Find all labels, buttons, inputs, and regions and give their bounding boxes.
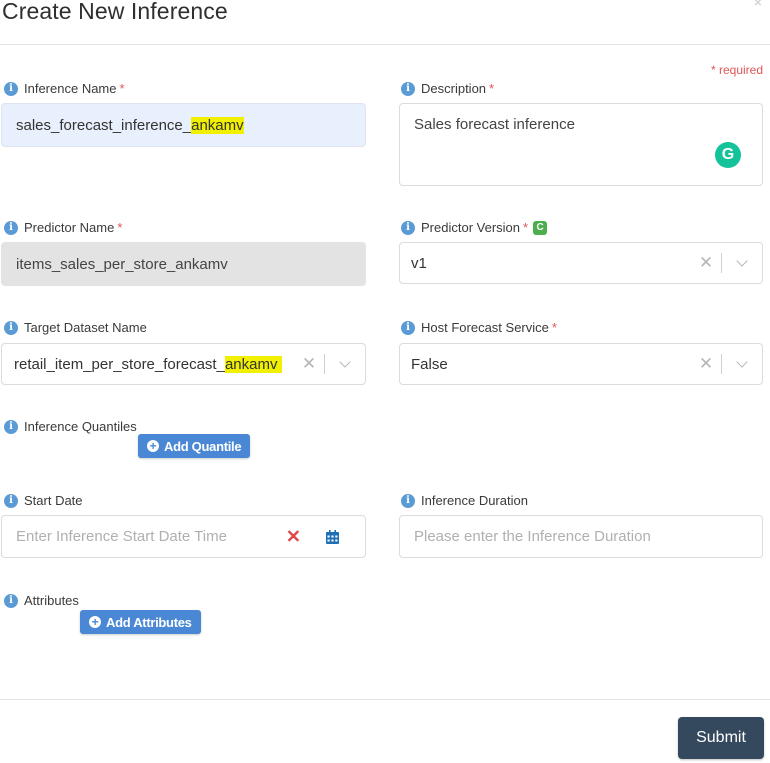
host-forecast-service-select[interactable]: False ✕ [399,343,763,385]
label-text: Inference Quantiles [24,419,137,434]
add-quantile-label: Add Quantile [164,438,242,454]
info-icon[interactable]: i [4,593,18,608]
info-icon[interactable]: i [4,493,18,508]
label-text: Target Dataset Name [24,320,147,335]
info-icon[interactable]: i [4,320,18,335]
label-text: Inference Duration [421,493,528,508]
dialog-title: Create New Inference [2,0,228,24]
info-icon[interactable]: i [4,81,18,96]
info-icon[interactable]: i [4,220,18,235]
label-text: Inference Name [24,81,117,96]
description-value: Sales forecast inference [414,116,575,133]
predictor-version-label: i Predictor Version * C [401,220,548,235]
required-note: * required [710,63,763,77]
host-forecast-service-label: i Host Forecast Service * [401,320,557,335]
target-dataset-name-label: i Target Dataset Name [4,320,147,335]
calendar-icon[interactable] [326,529,339,544]
chevron-down-icon[interactable] [325,356,365,368]
info-icon[interactable]: i [4,419,18,434]
clear-icon[interactable]: ✕ [294,354,324,374]
predictor-version-value: v1 [411,254,427,272]
inference-duration-placeholder: Please enter the Inference Duration [414,528,651,545]
label-text: Description [421,81,487,96]
add-quantile-button[interactable]: + Add Quantile [138,434,251,458]
plus-circle-icon: + [89,616,101,628]
inference-duration-label: i Inference Duration [401,493,528,508]
clear-icon[interactable]: ✕ [691,253,721,273]
target-dataset-name-highlight: ankamv [224,355,282,373]
info-icon[interactable]: i [401,320,415,335]
label-text: Predictor Version [421,220,520,235]
target-dataset-name-select[interactable]: retail_item_per_store_forecast_ ankamv ✕ [1,343,366,385]
add-attributes-label: Add Attributes [106,614,192,630]
predictor-version-select[interactable]: v1 ✕ [399,242,763,284]
clear-icon[interactable]: ✕ [691,354,721,374]
required-star: * [117,220,123,235]
host-forecast-service-value: False [411,355,448,373]
header-divider [0,44,770,45]
required-star: * [119,81,125,96]
plus-circle-icon: + [147,440,159,452]
info-icon[interactable]: i [401,493,415,508]
start-date-label: i Start Date [4,493,83,508]
info-icon[interactable]: i [401,220,415,235]
description-textarea[interactable]: Sales forecast inference G [399,103,763,186]
label-text: Host Forecast Service [421,320,549,335]
label-text: Predictor Name [24,220,115,235]
refresh-icon[interactable]: C [533,220,548,235]
attributes-label: i Attributes [4,593,79,608]
label-text: Attributes [24,593,79,608]
description-label: i Description * [401,81,494,96]
inference-name-value: sales_forecast_inference_ [16,116,192,134]
chevron-down-icon[interactable] [722,356,762,368]
predictor-name-value: items_sales_per_store_ankamv [16,255,228,273]
inference-quantiles-label: i Inference Quantiles [4,419,137,434]
info-icon[interactable]: i [401,81,415,96]
inference-name-input[interactable]: sales_forecast_inference_ ankamv [1,103,366,147]
close-icon[interactable]: × [754,0,762,10]
inference-name-label: i Inference Name * [4,81,125,96]
footer-divider [0,699,770,700]
inference-duration-input[interactable]: Please enter the Inference Duration [399,515,763,558]
label-text: Start Date [24,493,83,508]
grammarly-icon[interactable]: G [715,142,741,168]
start-date-placeholder: Enter Inference Start Date Time [16,528,227,545]
required-star: * [551,320,557,335]
target-dataset-name-value: retail_item_per_store_forecast_ [14,355,225,373]
predictor-name-input: items_sales_per_store_ankamv [1,242,366,286]
required-star: * [523,220,529,235]
chevron-down-icon[interactable] [722,255,762,267]
start-date-input[interactable]: Enter Inference Start Date Time ✕ [1,515,366,558]
submit-button[interactable]: Submit [678,717,764,759]
required-star: * [489,81,495,96]
clear-date-icon[interactable]: ✕ [286,526,301,547]
inference-name-highlight: ankamv [191,116,244,134]
add-attributes-button[interactable]: + Add Attributes [80,610,201,634]
predictor-name-label: i Predictor Name * [4,220,122,235]
